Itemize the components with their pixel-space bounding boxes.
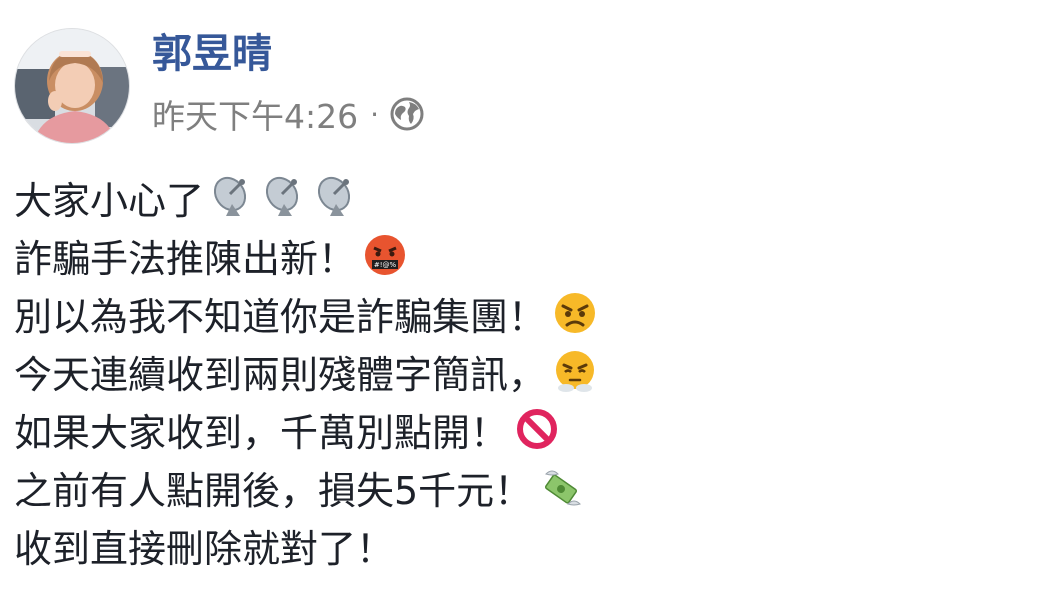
post-line: 收到直接刪除就對了！ <box>14 516 1044 574</box>
post-line: 大家小心了 <box>14 168 1044 226</box>
angry-face-icon <box>552 290 598 336</box>
author-name[interactable]: 郭昱晴 <box>152 30 272 78</box>
money-with-wings-icon <box>538 464 584 510</box>
meta-separator: · <box>370 97 380 131</box>
post-timestamp[interactable]: 昨天下午4:26 <box>152 90 358 138</box>
post-line-text: 詐騙手法推陳出新！ <box>14 236 357 281</box>
cursing-face-icon: #!@% <box>362 232 408 278</box>
post-line: 別以為我不知道你是詐騙集團！ <box>14 284 1044 342</box>
satellite-dish-icon <box>314 174 360 220</box>
avatar[interactable] <box>14 28 130 144</box>
post-line-text: 之前有人點開後，損失5千元！ <box>14 468 533 513</box>
prohibited-icon <box>514 406 560 452</box>
svg-text:#!@%: #!@% <box>374 261 397 269</box>
avatar-photo <box>15 29 129 143</box>
post-line-text: 如果大家收到，千萬別點開！ <box>14 410 509 455</box>
satellite-dish-icon <box>262 174 308 220</box>
post-line: 如果大家收到，千萬別點開！ <box>14 400 1044 458</box>
facebook-post: 郭昱晴 昨天下午4:26 · 大家小心了 詐騙手法推陳出新！ #!@% 別以為我… <box>0 0 1060 596</box>
globe-icon[interactable] <box>389 96 425 132</box>
post-line-text: 收到直接刪除就對了！ <box>14 526 395 571</box>
huffing-face-icon <box>552 348 598 394</box>
post-line-text: 今天連續收到兩則殘體字簡訊， <box>14 352 547 397</box>
satellite-dish-icon <box>210 174 256 220</box>
post-line-text: 別以為我不知道你是詐騙集團！ <box>14 294 547 339</box>
post-line: 詐騙手法推陳出新！ #!@% <box>14 226 1044 284</box>
post-message: 大家小心了 詐騙手法推陳出新！ #!@% 別以為我不知道你是詐騙集團！ 今天連續… <box>14 168 1044 574</box>
post-line: 之前有人點開後，損失5千元！ <box>14 458 1044 516</box>
post-line-text: 大家小心了 <box>14 178 205 223</box>
post-meta: 昨天下午4:26 · <box>152 92 425 136</box>
post-line: 今天連續收到兩則殘體字簡訊， <box>14 342 1044 400</box>
